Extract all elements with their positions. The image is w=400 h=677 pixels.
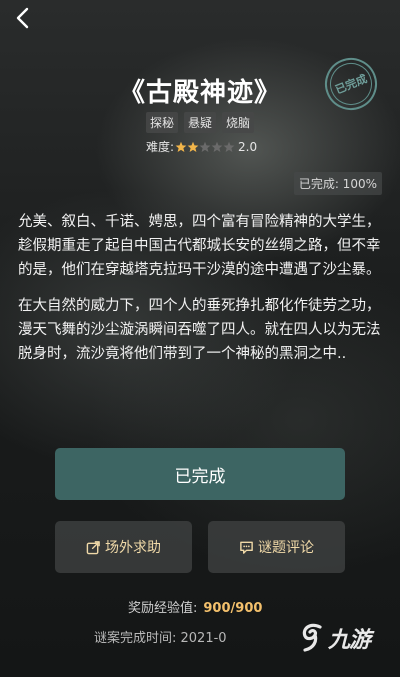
stamp-text: 已完成 <box>333 72 369 97</box>
tag: 探秘 <box>145 112 178 133</box>
completion-time: 谜案完成时间: 2021-0 <box>94 631 227 646</box>
help-button-label: 场外求助 <box>105 540 161 556</box>
difficulty-value: 2.0 <box>238 139 258 154</box>
star-rating <box>175 141 235 153</box>
comment-button-label: 谜题评论 <box>258 540 314 556</box>
star-empty-icon <box>223 141 235 153</box>
story-paragraph: 在大自然的威力下，四个人的垂死挣扎都化作徒劳之功，漫天飞舞的沙尘漩涡瞬间吞噬了四… <box>18 298 381 362</box>
story-text: 允美、叙白、千诺、娉思，四个富有冒险精神的大学生，趁假期重走了起自中国古代都城长… <box>18 210 382 378</box>
difficulty-rating: 难度: 2.0 <box>146 138 257 155</box>
reward-value: 900/900 <box>203 601 263 616</box>
help-button[interactable]: 场外求助 <box>55 521 192 573</box>
star-empty-icon <box>199 141 211 153</box>
comment-button[interactable]: 谜题评论 <box>208 521 345 573</box>
difficulty-label: 难度: <box>146 140 175 154</box>
completed-button[interactable]: 已完成 <box>55 448 345 500</box>
back-button[interactable] <box>12 6 36 30</box>
tag: 烧脑 <box>222 112 255 133</box>
nine-game-logo-icon <box>302 623 322 652</box>
comment-icon <box>240 541 253 554</box>
watermark-text: 九游 <box>328 628 371 653</box>
tag-list: 探秘 悬疑 烧脑 <box>0 112 400 133</box>
progress-badge: 已完成: 100% <box>293 172 382 195</box>
star-empty-icon <box>211 141 223 153</box>
reward-info: 奖励经验值: 900/900 <box>128 597 262 616</box>
star-filled-icon <box>175 141 187 153</box>
chevron-left-icon <box>16 7 29 29</box>
reward-label: 奖励经验值: <box>128 601 198 616</box>
story-paragraph: 允美、叙白、千诺、娉思，四个富有冒险精神的大学生，趁假期重走了起自中国古代都城长… <box>18 214 381 278</box>
watermark-logo: 九游 <box>300 618 371 658</box>
share-icon <box>86 540 100 554</box>
tag: 悬疑 <box>183 112 216 133</box>
star-filled-icon <box>187 141 199 153</box>
